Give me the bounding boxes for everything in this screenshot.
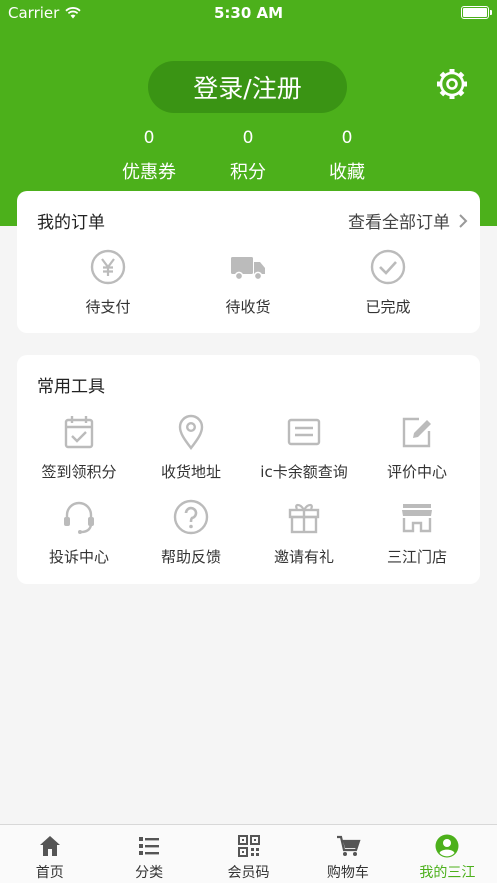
tool-complaint-center[interactable]: 投诉中心 bbox=[19, 498, 139, 567]
tool-label: 收货地址 bbox=[160, 463, 221, 481]
cart-icon bbox=[336, 835, 361, 856]
view-all-orders-link[interactable]: 查看全部订单 bbox=[348, 208, 468, 233]
chevron-right-icon bbox=[459, 213, 468, 228]
stat-favorites[interactable]: 0 收藏 bbox=[297, 126, 397, 184]
tool-invite-gift[interactable]: 邀请有礼 bbox=[244, 498, 364, 567]
tools-card: 常用工具 签到领积分 收货地址 ic卡余额查询 评价中心 投诉中心 帮助反馈 邀… bbox=[17, 355, 480, 584]
location-pin-icon bbox=[178, 414, 204, 450]
tool-sanjiang-stores[interactable]: 三江门店 bbox=[357, 498, 477, 567]
help-icon bbox=[173, 499, 209, 535]
tool-label: 帮助反馈 bbox=[160, 548, 221, 566]
calendar-check-icon bbox=[64, 416, 94, 449]
edit-icon bbox=[402, 417, 431, 448]
order-status-label: 待支付 bbox=[85, 298, 131, 316]
user-icon bbox=[435, 834, 459, 858]
tool-shipping-address[interactable]: 收货地址 bbox=[131, 413, 251, 482]
tab-bar: 首页 分类 会员码 购物车 我的三江 bbox=[0, 824, 497, 883]
tab-label: 分类 bbox=[135, 865, 164, 881]
order-completed[interactable]: 已完成 bbox=[328, 248, 448, 317]
stat-value: 0 bbox=[143, 128, 155, 148]
tool-label: 邀请有礼 bbox=[273, 548, 334, 566]
order-status-label: 待收货 bbox=[225, 298, 271, 316]
orders-title: 我的订单 bbox=[37, 213, 105, 233]
tool-checkin-points[interactable]: 签到领积分 bbox=[19, 413, 139, 482]
status-bar: Carrier 5:30 AM bbox=[0, 0, 497, 26]
tab-cart[interactable]: 购物车 bbox=[298, 825, 397, 883]
tool-label: 投诉中心 bbox=[48, 548, 109, 566]
tool-ic-card-balance[interactable]: ic卡余额查询 bbox=[244, 413, 364, 482]
battery-icon bbox=[461, 6, 492, 19]
clock: 5:30 AM bbox=[213, 4, 284, 22]
orders-card: 我的订单 查看全部订单 待支付 待收货 已完成 bbox=[17, 191, 480, 333]
gear-icon[interactable] bbox=[434, 66, 470, 102]
tab-label: 购物车 bbox=[326, 865, 369, 881]
stat-value: 0 bbox=[341, 128, 353, 148]
truck-icon bbox=[231, 257, 265, 281]
check-circle-icon bbox=[370, 249, 406, 285]
stat-label: 积分 bbox=[230, 162, 266, 183]
stat-coupons[interactable]: 0 优惠券 bbox=[99, 126, 199, 184]
stat-label: 收藏 bbox=[329, 162, 365, 183]
view-all-orders-label: 查看全部订单 bbox=[348, 213, 450, 233]
order-pending-receipt[interactable]: 待收货 bbox=[188, 248, 308, 317]
tool-label: 评价中心 bbox=[386, 463, 447, 481]
qr-code-icon bbox=[237, 835, 260, 857]
tab-home[interactable]: 首页 bbox=[0, 825, 99, 883]
store-icon bbox=[402, 504, 432, 533]
tab-my-sanjiang[interactable]: 我的三江 bbox=[398, 825, 497, 883]
tool-review-center[interactable]: 评价中心 bbox=[357, 413, 477, 482]
tab-member-code[interactable]: 会员码 bbox=[199, 825, 298, 883]
tool-label: 签到领积分 bbox=[41, 463, 117, 481]
stat-value: 0 bbox=[242, 128, 254, 148]
stat-label: 优惠券 bbox=[122, 162, 176, 183]
order-status-label: 已完成 bbox=[365, 298, 411, 316]
tab-label: 我的三江 bbox=[419, 865, 476, 881]
order-pending-payment[interactable]: 待支付 bbox=[48, 248, 168, 317]
tool-label: ic卡余额查询 bbox=[260, 463, 348, 481]
yen-circle-icon bbox=[90, 249, 126, 285]
tab-category[interactable]: 分类 bbox=[99, 825, 198, 883]
tab-label: 会员码 bbox=[227, 865, 270, 881]
tools-title: 常用工具 bbox=[37, 377, 105, 397]
home-icon bbox=[39, 836, 60, 856]
stat-points[interactable]: 0 积分 bbox=[198, 126, 298, 184]
tool-help-feedback[interactable]: 帮助反馈 bbox=[131, 498, 251, 567]
tab-label: 首页 bbox=[35, 865, 64, 881]
gift-icon bbox=[288, 503, 320, 534]
headset-icon bbox=[64, 501, 94, 534]
login-register-button[interactable]: 登录/注册 bbox=[148, 61, 347, 113]
list-icon bbox=[139, 837, 160, 855]
tool-label: 三江门店 bbox=[386, 548, 447, 566]
card-icon bbox=[287, 418, 321, 446]
